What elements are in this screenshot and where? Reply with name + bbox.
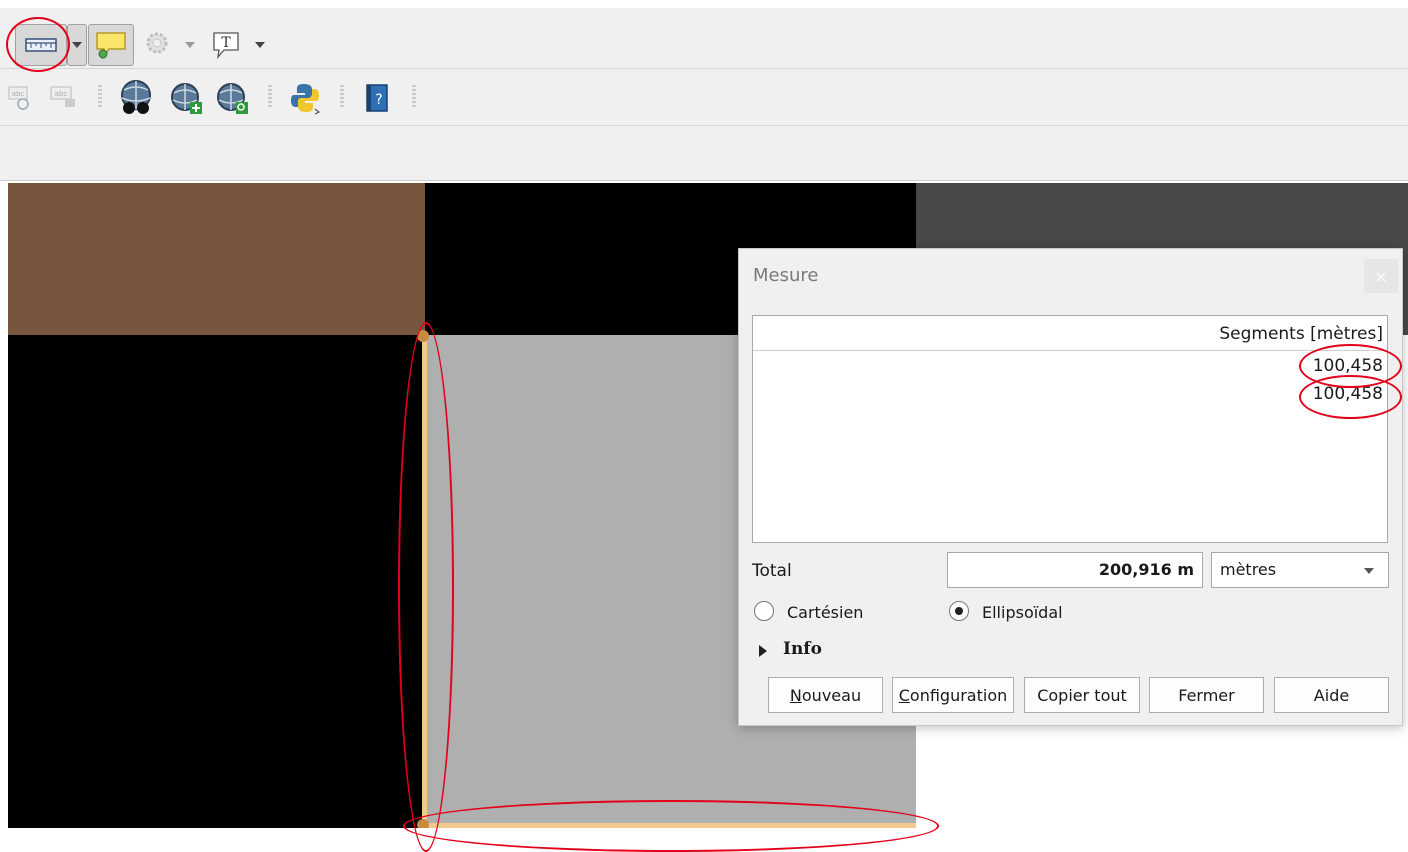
cartesian-radio[interactable]: [754, 601, 774, 621]
svg-text:abc: abc: [55, 90, 68, 98]
text-annotation-icon: T: [213, 32, 239, 60]
toolbar-measure: T: [0, 8, 1408, 69]
text-annotation-dropdown[interactable]: [252, 38, 268, 52]
chevron-down-icon: [1364, 568, 1374, 574]
label-rotate-button[interactable]: abc: [6, 81, 34, 113]
svg-text:abc: abc: [12, 90, 25, 98]
chevron-down-icon: [72, 42, 82, 48]
python-console-button[interactable]: [286, 79, 324, 117]
unit-select-value: mètres: [1220, 560, 1277, 579]
info-section-toggle[interactable]: Info: [783, 639, 822, 659]
annotation-ellipse-vertical-line: [398, 322, 454, 852]
help-button[interactable]: Aide: [1274, 677, 1389, 713]
radio-selected-dot: [955, 607, 963, 615]
unit-select[interactable]: mètres: [1211, 552, 1389, 588]
help-book-icon: ?: [366, 84, 388, 112]
ellipsoidal-label: Ellipsoïdal: [982, 603, 1063, 622]
new-button[interactable]: Nouveau: [768, 677, 883, 713]
annotation-ellipse-measure-tool: [6, 17, 70, 72]
text-annotation-button[interactable]: T: [206, 28, 246, 62]
label-rotate-icon: abc: [8, 86, 29, 110]
new-button-mnemonic: N: [789, 685, 802, 705]
measure-dropdown-button[interactable]: [67, 24, 87, 66]
ellipsoidal-radio[interactable]: [949, 601, 969, 621]
svg-text:T: T: [221, 35, 231, 51]
map-tile-brown: [8, 183, 425, 335]
total-value: 200,916 m: [1098, 560, 1194, 579]
measure-dialog: Mesure × Segments [mètres] 100,458 100,4…: [738, 248, 1403, 726]
chevron-down-icon: [185, 42, 195, 48]
web-search-button[interactable]: [114, 77, 158, 117]
configuration-button[interactable]: Configuration: [892, 677, 1014, 713]
toolbar-empty: [0, 126, 1408, 181]
map-tips-button[interactable]: [88, 24, 134, 66]
globe-search-icon: [217, 83, 248, 114]
python-icon: [291, 84, 321, 115]
segments-header-label: Segments [mètres]: [1219, 324, 1383, 344]
label-edit-button[interactable]: abc: [48, 81, 80, 113]
annotation-ellipse-segment-2: [1299, 375, 1402, 419]
total-label: Total: [752, 561, 792, 581]
label-edit-icon: abc: [50, 86, 75, 107]
segments-header[interactable]: Segments [mètres]: [753, 316, 1387, 351]
expand-arrow-icon[interactable]: [759, 645, 767, 657]
configuration-button-mnemonic: C: [898, 685, 910, 705]
map-tile-black-left: [8, 335, 425, 828]
chevron-down-icon: [255, 42, 265, 48]
globe-add-icon: [171, 83, 202, 114]
globe-binoculars-icon: [121, 80, 151, 114]
identify-button[interactable]: [140, 26, 176, 62]
toolbar-separator: [340, 85, 344, 109]
close-icon[interactable]: ×: [1364, 259, 1398, 293]
dialog-title: Mesure: [753, 265, 819, 286]
segments-table[interactable]: Segments [mètres] 100,458 100,458: [752, 315, 1388, 543]
configuration-button-label: onfiguration: [909, 685, 1008, 705]
map-tips-icon: [96, 32, 126, 60]
cartesian-label: Cartésien: [787, 603, 864, 622]
toolbar-separator: [98, 85, 102, 109]
toolbar-separator: [412, 85, 416, 109]
annotation-ellipse-horizontal-line: [403, 800, 939, 852]
toolbar-labels-web: abc abc ?: [0, 69, 1408, 126]
svg-text:?: ?: [375, 92, 382, 108]
copy-all-button[interactable]: Copier tout: [1024, 677, 1140, 713]
web-query-button[interactable]: [212, 79, 252, 117]
total-field[interactable]: 200,916 m: [947, 552, 1203, 588]
toolbar-separator: [268, 85, 272, 109]
gear-icon: [146, 32, 168, 54]
help-button[interactable]: ?: [360, 81, 394, 115]
web-add-button[interactable]: [166, 79, 206, 117]
close-button[interactable]: Fermer: [1149, 677, 1264, 713]
identify-dropdown[interactable]: [182, 38, 198, 52]
new-button-label: ouveau: [801, 685, 862, 705]
